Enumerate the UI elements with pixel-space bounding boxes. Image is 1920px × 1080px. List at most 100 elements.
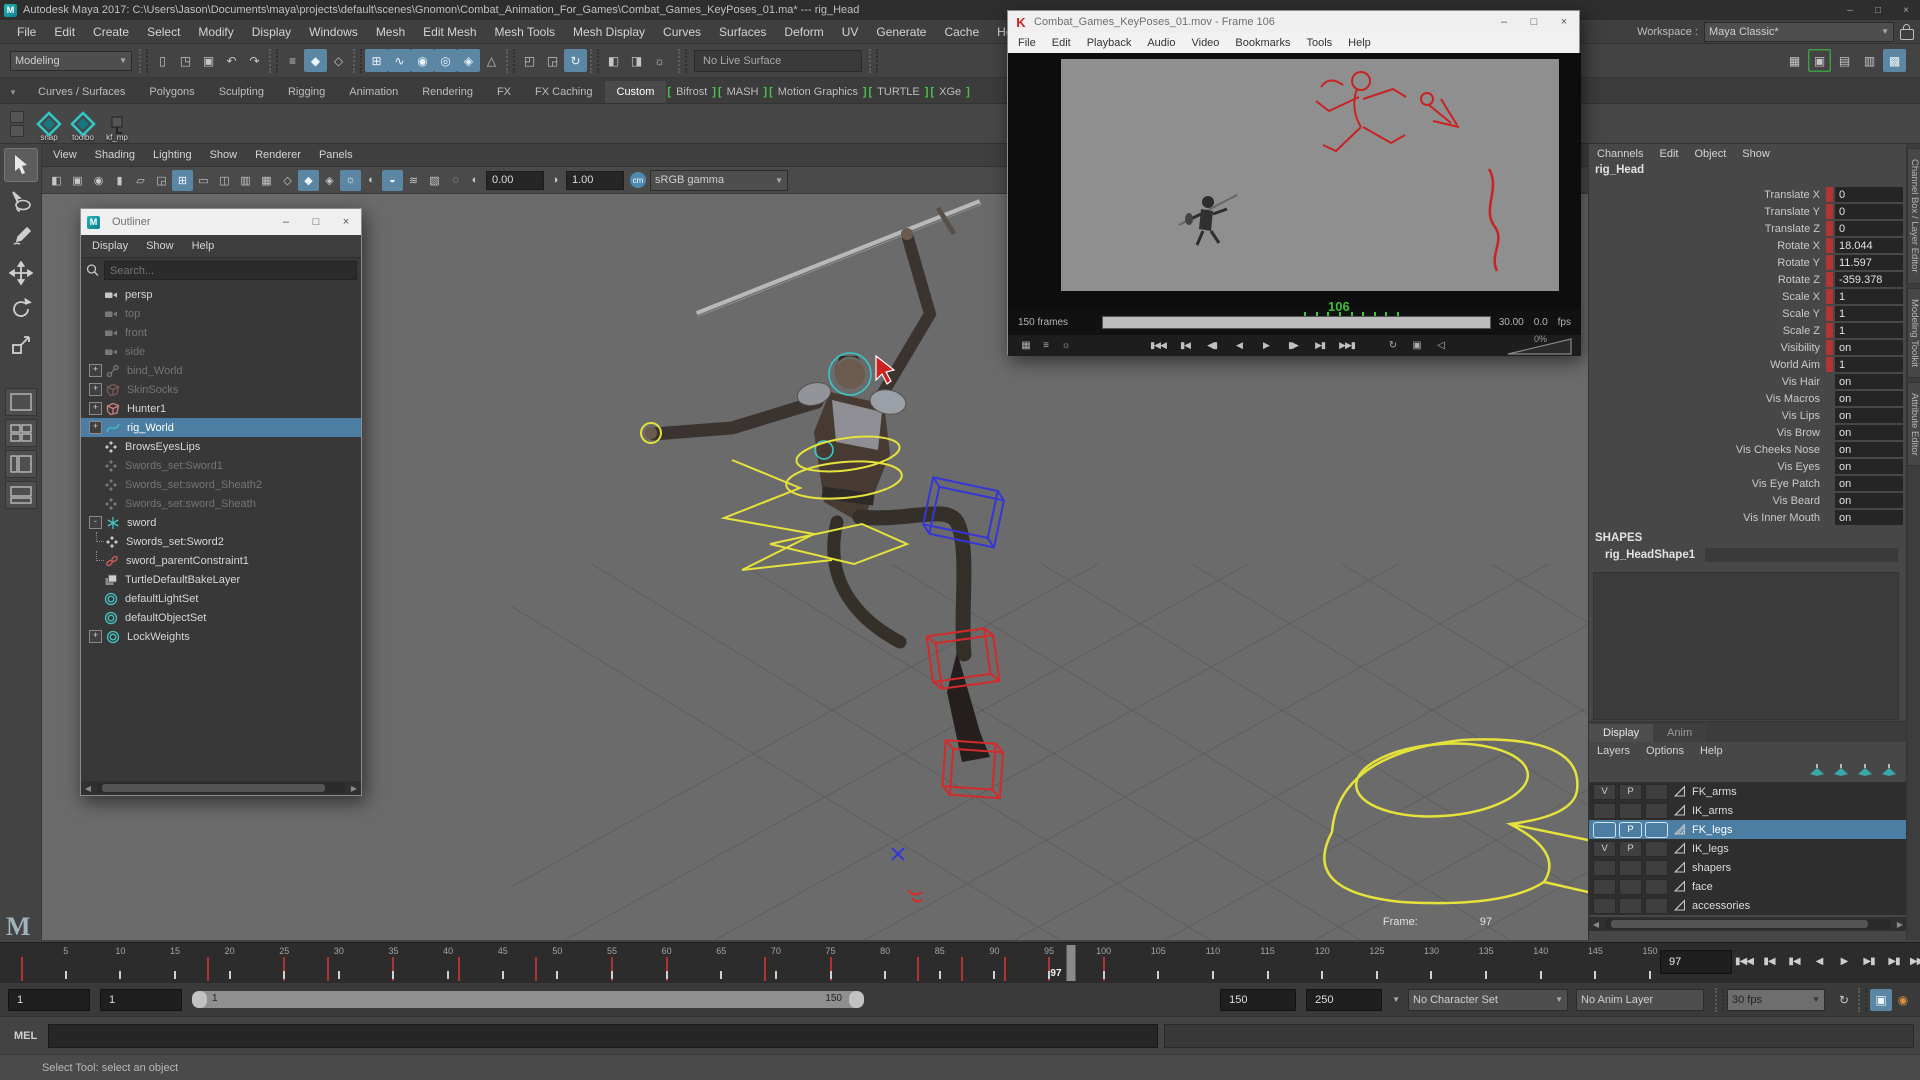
channel-row-vis-eyes[interactable]: Vis Eyeson bbox=[1589, 458, 1906, 475]
movie-video-area[interactable] bbox=[1008, 53, 1581, 309]
channel-name[interactable]: Rotate X bbox=[1589, 240, 1826, 252]
layer-row-shapers[interactable]: shapers bbox=[1589, 858, 1907, 877]
shelf-menu-icon[interactable]: ▾ bbox=[0, 87, 26, 103]
lock-camera-icon[interactable]: ▣ bbox=[67, 170, 88, 191]
rotate-tool-icon[interactable] bbox=[4, 292, 38, 326]
outliner-item-swords-set-sword-sheath2[interactable]: Swords_set:sword_Sheath2 bbox=[81, 475, 361, 494]
film-gate-icon[interactable]: ▭ bbox=[193, 170, 214, 191]
camera-attributes-icon[interactable]: ◉ bbox=[88, 170, 109, 191]
menu-item-bookmarks[interactable]: Bookmarks bbox=[1227, 35, 1298, 51]
playback-speed-dropdown[interactable]: 30 fps ▼ bbox=[1727, 989, 1825, 1011]
channel-name[interactable]: Scale Y bbox=[1589, 308, 1826, 320]
channel-row-scale-z[interactable]: Scale Z1 bbox=[1589, 322, 1906, 339]
layer-visibility-toggle[interactable]: V bbox=[1593, 784, 1616, 800]
menu-item-windows[interactable]: Windows bbox=[300, 22, 367, 42]
channel-name[interactable]: World Aim bbox=[1589, 359, 1826, 371]
menu-item-help[interactable]: Help bbox=[183, 238, 224, 254]
scroll-right-icon[interactable]: ▶ bbox=[1893, 920, 1907, 929]
channel-value[interactable]: on bbox=[1835, 442, 1903, 457]
auto-keyframe-icon[interactable]: ▣ bbox=[1870, 989, 1892, 1011]
create-layer-from-selected-icon[interactable] bbox=[1881, 763, 1897, 780]
channel-value[interactable]: 11.597 bbox=[1835, 255, 1903, 270]
side-tab-attribute-editor[interactable]: Attribute Editor bbox=[1907, 382, 1920, 467]
prev-bookmark-button[interactable]: ▮◀ bbox=[1173, 337, 1197, 355]
menu-item-help[interactable]: Help bbox=[1340, 35, 1379, 51]
scroll-left-icon[interactable]: ◀ bbox=[1589, 920, 1603, 929]
playback-end-field[interactable]: 150 bbox=[1220, 989, 1296, 1011]
layer-playback-toggle[interactable] bbox=[1619, 898, 1642, 914]
shelf-tab-bifrost[interactable]: Bifrost bbox=[672, 81, 711, 103]
scrollbar-thumb[interactable] bbox=[1611, 920, 1868, 928]
channel-row-rotate-z[interactable]: Rotate Z-359.378 bbox=[1589, 271, 1906, 288]
shelf-tab-fx-caching[interactable]: FX Caching bbox=[523, 81, 604, 103]
layer-playback-toggle[interactable] bbox=[1619, 803, 1642, 819]
move-layer-up-icon[interactable] bbox=[1809, 763, 1825, 780]
anim-layer-dropdown[interactable]: No Anim Layer bbox=[1576, 989, 1704, 1011]
layer-row-face[interactable]: face bbox=[1589, 877, 1907, 896]
character-controls-icon[interactable]: ▣ bbox=[1808, 49, 1831, 72]
snap-grid-icon[interactable]: ⊞ bbox=[365, 49, 388, 72]
channel-row-rotate-y[interactable]: Rotate Y 11.597 bbox=[1589, 254, 1906, 271]
screen-space-ao-icon[interactable]: ◒ bbox=[382, 170, 403, 191]
layout-button-single-pane-layout[interactable] bbox=[5, 388, 37, 416]
textured-icon[interactable]: ◈ bbox=[319, 170, 340, 191]
channel-name[interactable]: Vis Eye Patch bbox=[1589, 478, 1826, 490]
channel-name[interactable]: Vis Hair bbox=[1589, 376, 1826, 388]
select-component-icon[interactable]: ◇ bbox=[327, 49, 350, 72]
outliner-item-swords-set-sword1[interactable]: Swords_set:Sword1 bbox=[81, 456, 361, 475]
select-tool-icon[interactable] bbox=[4, 148, 38, 182]
outliner-item-rig-world[interactable]: +rig_World bbox=[81, 418, 361, 437]
menu-item-file[interactable]: File bbox=[8, 22, 45, 42]
go-to-start-button[interactable]: ▮◀◀ bbox=[1732, 950, 1756, 972]
output-connections-icon[interactable]: ◲ bbox=[541, 49, 564, 72]
construction-history-icon[interactable]: ↻ bbox=[564, 49, 587, 72]
command-input[interactable] bbox=[48, 1024, 1158, 1048]
channel-row-vis-beard[interactable]: Vis Beardon bbox=[1589, 492, 1906, 509]
outliner-item-bind-world[interactable]: +bind_World bbox=[81, 361, 361, 380]
prev-frame-button[interactable]: ◀▮ bbox=[1200, 337, 1224, 355]
shelf-tab-custom[interactable]: Custom bbox=[605, 81, 667, 103]
channel-value[interactable]: on bbox=[1835, 340, 1903, 355]
menu-item-generate[interactable]: Generate bbox=[867, 22, 935, 42]
movie-progress-bar[interactable]: 106 bbox=[1102, 316, 1491, 329]
animation-preferences-icon[interactable]: ◉ bbox=[1892, 989, 1914, 1011]
make-live-icon[interactable]: △ bbox=[480, 49, 503, 72]
layer-horizontal-scrollbar[interactable]: ◀ ▶ bbox=[1589, 917, 1907, 931]
minimize-button[interactable]: – bbox=[1489, 11, 1519, 33]
grid-icon[interactable]: ⊞ bbox=[172, 170, 193, 191]
menu-item-mesh[interactable]: Mesh bbox=[367, 22, 414, 42]
outliner-title-bar[interactable]: M Outliner – □ × bbox=[81, 209, 361, 235]
go-to-end-button[interactable]: ▶▶▮ bbox=[1907, 950, 1920, 972]
layer-display-type-toggle[interactable] bbox=[1645, 803, 1668, 819]
channel-name[interactable]: Rotate Z bbox=[1589, 274, 1826, 286]
character-mesh[interactable] bbox=[645, 202, 990, 762]
step-forward-frame-button[interactable]: ▶▮ bbox=[1882, 950, 1906, 972]
outliner-horizontal-scrollbar[interactable]: ◀ ▶ bbox=[81, 781, 361, 795]
animation-start-field[interactable]: 1 bbox=[8, 989, 90, 1011]
channel-name[interactable]: Rotate Y bbox=[1589, 257, 1826, 269]
layer-display-type-toggle[interactable] bbox=[1645, 841, 1668, 857]
channel-box-toggle-icon[interactable]: ▤ bbox=[1833, 49, 1856, 72]
channel-name[interactable]: Vis Inner Mouth bbox=[1589, 512, 1826, 524]
menu-item-create[interactable]: Create bbox=[84, 22, 138, 42]
undo-icon[interactable]: ↶ bbox=[220, 49, 243, 72]
menu-item-video[interactable]: Video bbox=[1183, 35, 1227, 51]
modeling-toolkit-toggle-icon[interactable]: ▥ bbox=[1858, 49, 1881, 72]
shelf-tab-polygons[interactable]: Polygons bbox=[137, 81, 206, 103]
expand-icon[interactable]: + bbox=[89, 630, 102, 643]
range-start-handle[interactable] bbox=[192, 991, 207, 1008]
resolution-gate-icon[interactable]: ◫ bbox=[214, 170, 235, 191]
menu-item-deform[interactable]: Deform bbox=[775, 22, 832, 42]
channel-row-translate-x[interactable]: Translate X0 bbox=[1589, 186, 1906, 203]
layer-wireframe-icon[interactable] bbox=[1671, 880, 1689, 893]
menu-item-shading[interactable]: Shading bbox=[86, 147, 144, 163]
menu-item-modify[interactable]: Modify bbox=[189, 22, 242, 42]
command-result-field[interactable] bbox=[1164, 1024, 1914, 1048]
menu-item-display[interactable]: Display bbox=[243, 22, 300, 42]
layer-display-type-toggle[interactable] bbox=[1645, 784, 1668, 800]
channel-row-scale-x[interactable]: Scale X1 bbox=[1589, 288, 1906, 305]
playback-start-field[interactable]: 1 bbox=[100, 989, 182, 1011]
menu-item-playback[interactable]: Playback bbox=[1079, 35, 1140, 51]
chevron-down-icon[interactable]: ▼ bbox=[1392, 995, 1400, 1004]
shelf-tab-sculpting[interactable]: Sculpting bbox=[207, 81, 276, 103]
